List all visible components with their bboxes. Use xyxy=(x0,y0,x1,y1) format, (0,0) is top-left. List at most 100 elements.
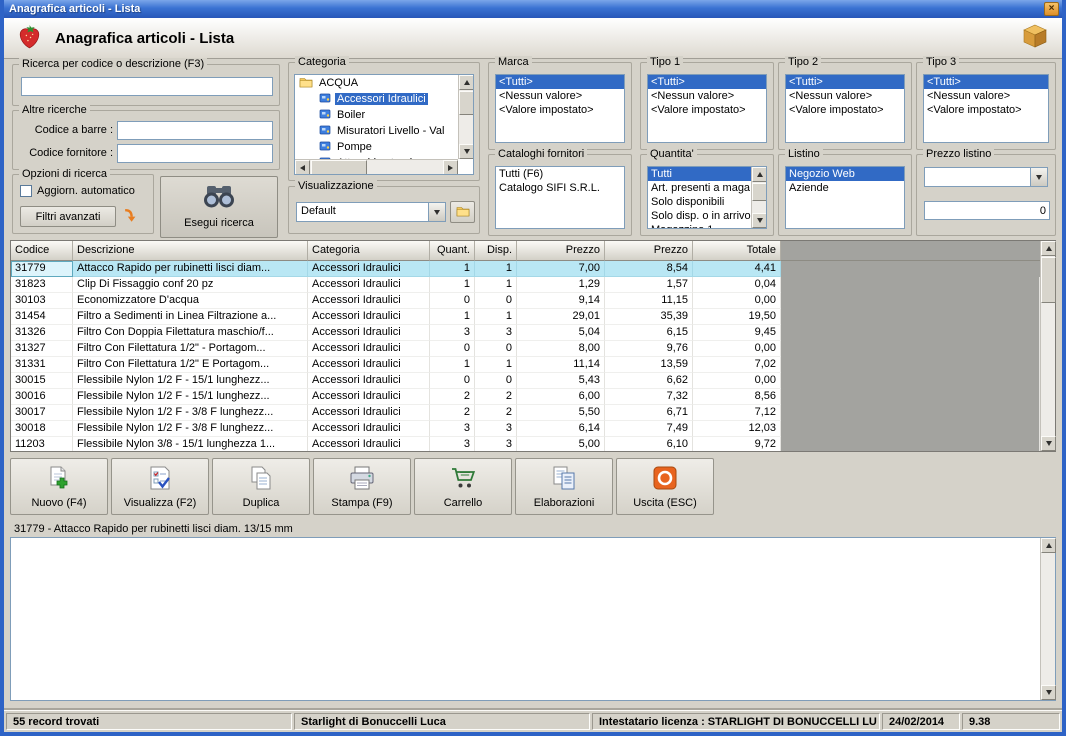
listbox-item[interactable]: Solo disp. o in arrivo xyxy=(648,209,751,223)
cart-button[interactable]: Carrello xyxy=(414,458,512,515)
quantity-listbox[interactable]: TuttiArt. presenti a magaSolo disponibil… xyxy=(647,166,767,229)
category-tree[interactable]: ACQUA Accessor xyxy=(294,74,474,175)
listprice-group: Prezzo listino xyxy=(916,154,1056,236)
listbox-item[interactable]: <Valore impostato> xyxy=(496,103,624,117)
tree-item[interactable]: Pompe xyxy=(295,139,458,155)
cell-prezzo1: 6,14 xyxy=(517,421,605,437)
dropdown-arrow-icon[interactable] xyxy=(428,203,445,221)
quantity-scroll-thumb[interactable] xyxy=(752,183,767,201)
table-vertical-scrollbar[interactable] xyxy=(1040,241,1055,451)
status-company: Starlight di Bonuccelli Luca xyxy=(294,713,590,730)
cell-prezzo1: 7,00 xyxy=(517,261,605,277)
table-row[interactable]: 30015 Flessibile Nylon 1/2 F - 15/1 lung… xyxy=(11,373,1040,389)
table-scroll-thumb[interactable] xyxy=(1041,257,1056,303)
listbox-item[interactable]: <Valore impostato> xyxy=(924,103,1048,117)
dropdown-arrow-icon[interactable] xyxy=(1030,168,1047,186)
new-button[interactable]: Nuovo (F4) xyxy=(10,458,108,515)
listbox-item[interactable]: Art. presenti a maga xyxy=(648,181,751,195)
cell-categoria: Accessori Idraulici xyxy=(308,293,430,309)
type3-listbox[interactable]: <Tutti><Nessun valore><Valore impostato> xyxy=(923,74,1049,143)
listbox-item[interactable]: <Nessun valore> xyxy=(786,89,904,103)
tree-root-item[interactable]: ACQUA xyxy=(295,75,458,91)
supplier-code-input[interactable] xyxy=(117,144,273,163)
listbox-item[interactable]: Negozio Web xyxy=(786,167,904,181)
cell-empty xyxy=(781,293,1040,309)
tree-item[interactable]: Misuratori Livello - Val xyxy=(295,123,458,139)
visualization-select[interactable]: Default xyxy=(296,202,446,222)
tree-horizontal-scrollbar[interactable] xyxy=(295,159,458,174)
supplier-catalogs-listbox[interactable]: Tutti (F6)Catalogo SIFI S.R.L. xyxy=(495,166,625,229)
col-header-categoria[interactable]: Categoria xyxy=(308,241,430,261)
exit-button[interactable]: Uscita (ESC) xyxy=(616,458,714,515)
listbox-item[interactable]: <Valore impostato> xyxy=(648,103,766,117)
cell-prezzo1: 9,14 xyxy=(517,293,605,309)
col-header-quant[interactable]: Quant. xyxy=(430,241,475,261)
listbox-item[interactable]: Tutti (F6) xyxy=(496,167,624,181)
duplicate-button[interactable]: Duplica xyxy=(212,458,310,515)
table-row[interactable]: 11203 Flessibile Nylon 3/8 - 15/1 lunghe… xyxy=(11,437,1040,451)
print-button[interactable]: Stampa (F9) xyxy=(313,458,411,515)
advanced-filters-button[interactable]: Filtri avanzati xyxy=(20,206,116,227)
table-row[interactable]: 31331 Filtro Con Filettatura 1/2" E Port… xyxy=(11,357,1040,373)
cell-prezzo1: 1,29 xyxy=(517,277,605,293)
table-row[interactable]: 30017 Flessibile Nylon 1/2 F - 3/8 F lun… xyxy=(11,405,1040,421)
brand-listbox[interactable]: <Tutti><Nessun valore><Valore impostato> xyxy=(495,74,625,143)
table-row[interactable]: 31326 Filtro Con Doppia Filettatura masc… xyxy=(11,325,1040,341)
listbox-item[interactable]: <Valore impostato> xyxy=(786,103,904,117)
table-row[interactable]: 30016 Flessibile Nylon 1/2 F - 15/1 lung… xyxy=(11,389,1040,405)
table-row[interactable]: 31327 Filtro Con Filettatura 1/2" - Port… xyxy=(11,341,1040,357)
table-row[interactable]: 31454 Filtro a Sedimenti in Linea Filtra… xyxy=(11,309,1040,325)
listprice-select[interactable] xyxy=(924,167,1048,187)
search-input[interactable] xyxy=(21,77,273,96)
quantity-scrollbar[interactable] xyxy=(751,167,766,228)
table-row[interactable]: 30103 Economizzatore D'acqua Accessori I… xyxy=(11,293,1040,309)
visualization-folder-button[interactable] xyxy=(450,201,475,223)
pricelist-listbox[interactable]: Negozio WebAziende xyxy=(785,166,905,229)
cell-quant: 0 xyxy=(430,293,475,309)
cell-empty xyxy=(781,325,1040,341)
tree-vscroll-thumb[interactable] xyxy=(459,91,474,115)
listbox-item[interactable]: Aziende xyxy=(786,181,904,195)
tree-root-label: ACQUA xyxy=(317,77,360,89)
table-row[interactable]: 30018 Flessibile Nylon 1/2 F - 3/8 F lun… xyxy=(11,421,1040,437)
listbox-item[interactable]: Catalogo SIFI S.R.L. xyxy=(496,181,624,195)
listbox-item[interactable]: Tutti xyxy=(648,167,751,181)
listbox-item[interactable]: <Nessun valore> xyxy=(648,89,766,103)
listbox-item[interactable]: <Tutti> xyxy=(648,75,766,89)
col-header-totale[interactable]: Totale xyxy=(693,241,781,261)
listbox-item[interactable]: Solo disponibili xyxy=(648,195,751,209)
col-header-disp[interactable]: Disp. xyxy=(475,241,517,261)
view-button[interactable]: Visualizza (F2) xyxy=(111,458,209,515)
listbox-item[interactable]: Magazzino 1 xyxy=(648,223,751,228)
cell-descrizione: Flessibile Nylon 1/2 F - 3/8 F lunghezz.… xyxy=(73,405,308,421)
close-button[interactable]: × xyxy=(1044,2,1059,16)
tree-item[interactable]: Accessori Idraulici xyxy=(295,91,458,107)
auto-update-checkbox[interactable] xyxy=(20,185,32,197)
cell-categoria: Accessori Idraulici xyxy=(308,405,430,421)
type1-listbox[interactable]: <Tutti><Nessun valore><Valore impostato> xyxy=(647,74,767,143)
listbox-item[interactable]: <Nessun valore> xyxy=(496,89,624,103)
cell-prezzo1: 5,00 xyxy=(517,437,605,451)
listbox-item[interactable]: <Tutti> xyxy=(924,75,1048,89)
cell-categoria: Accessori Idraulici xyxy=(308,357,430,373)
type2-listbox[interactable]: <Tutti><Nessun valore><Valore impostato> xyxy=(785,74,905,143)
listbox-item[interactable]: <Tutti> xyxy=(786,75,904,89)
listbox-item[interactable]: <Tutti> xyxy=(496,75,624,89)
execute-search-button[interactable]: Esegui ricerca xyxy=(160,176,278,238)
table-row[interactable]: 31823 Clip Di Fissaggio conf 20 pz Acces… xyxy=(11,277,1040,293)
col-header-prezzo1[interactable]: Prezzo xyxy=(517,241,605,261)
detail-panel xyxy=(10,537,1056,701)
table-row[interactable]: 31779 Attacco Rapido per rubinetti lisci… xyxy=(11,261,1040,277)
tree-item[interactable]: Boiler xyxy=(295,107,458,123)
process-button[interactable]: Elaborazioni xyxy=(515,458,613,515)
listprice-amount-input[interactable] xyxy=(924,201,1050,220)
listbox-item[interactable]: <Nessun valore> xyxy=(924,89,1048,103)
tree-vertical-scrollbar[interactable] xyxy=(458,75,473,159)
detail-vertical-scrollbar[interactable] xyxy=(1040,538,1055,700)
detail-textarea[interactable] xyxy=(11,538,1040,700)
col-header-prezzo2[interactable]: Prezzo xyxy=(605,241,693,261)
col-header-codice[interactable]: Codice xyxy=(11,241,73,261)
tree-hscroll-thumb[interactable] xyxy=(311,160,367,175)
barcode-input[interactable] xyxy=(117,121,273,140)
col-header-descrizione[interactable]: Descrizione xyxy=(73,241,308,261)
